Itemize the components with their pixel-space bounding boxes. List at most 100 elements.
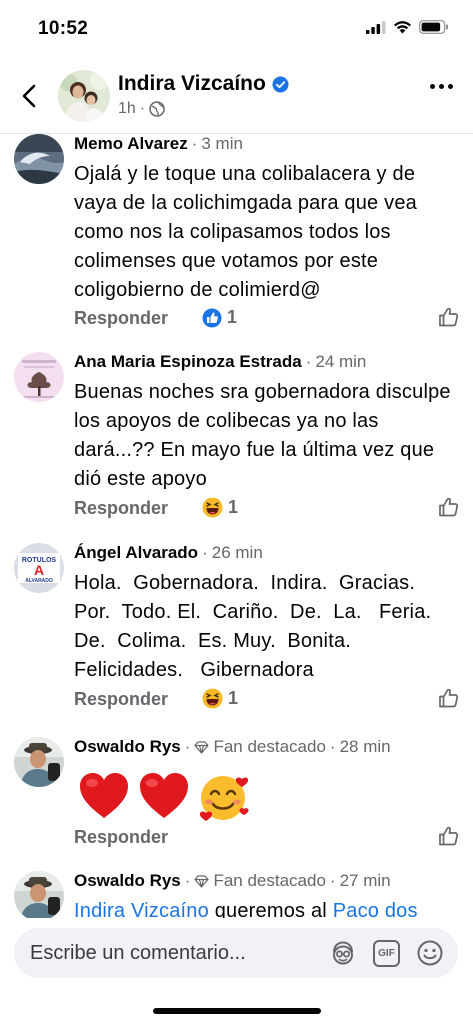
commenter-name[interactable]: Ángel Alvarado [74,543,198,563]
gif-label: GIF [378,947,395,959]
reply-button[interactable]: Responder [74,308,168,329]
like-button[interactable] [438,825,460,852]
commenter-name[interactable]: Oswaldo Rys [74,871,181,891]
wifi-icon [394,21,411,34]
author-name[interactable]: Indira Vizcaíno [118,72,266,96]
reaction-summary[interactable]: 1 [202,688,238,709]
back-button[interactable] [12,76,46,116]
reaction-count: 1 [227,307,238,327]
like-button[interactable] [438,306,460,333]
emoji-icon[interactable] [416,939,444,967]
post-time: 1h [118,100,136,117]
like-button[interactable] [438,687,460,714]
commenter-avatar[interactable] [14,352,64,402]
comment-actions: Responder 1 [74,496,460,526]
meta-separator: · [139,100,146,117]
more-dot [448,84,453,89]
comment-input[interactable]: Escribe un comentario... GIF [14,928,458,978]
comments-list: Memo Alvarez · 3 min Ojalá y le toque un… [0,134,473,918]
reply-button[interactable]: Responder [74,498,168,519]
comment-text: Indira Vizcaíno queremos al Paco dos [74,897,462,918]
status-time: 10:52 [38,18,89,39]
comment-actions: Responder 1 [74,306,460,336]
comment-header: Oswaldo Rys · Fan destacado · 28 min [74,737,391,757]
thumbs-up-icon [439,497,459,517]
avatar-sticker-icon[interactable] [329,939,357,967]
reaction-count: 1 [228,688,239,708]
gif-icon[interactable]: GIF [373,939,400,967]
commenter-name[interactable]: Memo Alvarez [74,134,188,154]
reply-button[interactable]: Responder [74,689,168,710]
verified-badge-icon [272,76,289,92]
like-button[interactable] [438,496,460,523]
diamond-icon [194,740,210,754]
thumbs-up-icon [439,307,459,327]
reaction-count: 1 [228,497,239,517]
commenter-avatar[interactable] [14,871,64,918]
reaction-summary[interactable]: 1 [202,307,237,328]
fan-badge-label: Fan destacado [213,737,326,756]
comment-composer-area: Escribe un comentario... GIF [0,918,473,1024]
fan-badge-label: Fan destacado [213,871,326,890]
signal-icon [366,20,386,34]
haha-reaction-icon [202,497,223,518]
thumbs-up-icon [439,688,459,708]
mention-link[interactable]: Paco dos [333,900,418,918]
comment-time[interactable]: 28 min [340,737,391,757]
comment-actions: Responder 1 [74,687,460,717]
reaction-summary[interactable]: 1 [202,497,238,518]
more-dot [439,84,444,89]
comment-separator: · [191,134,198,153]
fan-badge: Fan destacado [194,871,326,891]
commenter-name[interactable]: Ana Maria Espinoza Estrada [74,352,302,372]
globe-icon [149,101,165,117]
avatar-text-bottom: ALVARADO [25,578,53,584]
author-name-row: Indira Vizcaíno [118,72,289,96]
more-dot [430,84,435,89]
comment-header: Ángel Alvarado · 26 min [74,543,263,563]
commenter-avatar[interactable]: ROTULOS A ALVARADO [14,543,64,593]
comment-text: Hola. Gobernadora. Indira. Gracias. Por.… [74,572,438,681]
avatar-letter: A [34,562,44,578]
chevron-left-icon [22,84,36,108]
comment-text: Ojalá y le toque una colibalacera y de v… [74,163,417,301]
comment-text-part: queremos al [208,900,333,918]
comment-emoji [78,769,252,823]
comment-header: Oswaldo Rys · Fan destacado · 27 min [74,871,391,891]
commenter-avatar[interactable] [14,134,64,184]
comment-time[interactable]: 26 min [212,543,263,563]
haha-reaction-icon [202,688,223,709]
comment-separator: · [202,543,208,562]
comment-separator: · [329,871,336,890]
red-heart-emoji [140,773,188,818]
smiling-face-with-hearts-emoji [199,776,249,821]
mention-link[interactable]: Indira Vizcaíno [74,900,209,918]
post-header: Indira Vizcaíno 1h · [0,62,473,132]
post-meta: 1h · [118,100,165,118]
fan-badge: Fan destacado [194,737,326,757]
comment-time[interactable]: 24 min [315,352,366,372]
reply-button[interactable]: Responder [74,827,168,848]
comment-separator: · [329,737,336,756]
comment-time[interactable]: 3 min [201,134,243,154]
like-reaction-icon [202,308,222,327]
comment-header: Memo Alvarez · 3 min [74,134,243,154]
comment-actions: Responder [74,825,460,855]
status-icons [366,20,449,34]
more-options-button[interactable] [430,84,453,89]
commenter-avatar[interactable] [14,737,64,787]
composer-icons: GIF [329,939,444,967]
diamond-icon [194,874,210,888]
commenter-name[interactable]: Oswaldo Rys [74,737,181,757]
comment-separator: · [184,871,191,890]
author-avatar[interactable] [58,70,110,122]
red-heart-emoji [80,773,128,818]
home-indicator [153,1008,321,1014]
comment-input-placeholder: Escribe un comentario... [30,942,246,964]
battery-icon [419,20,448,34]
comment-time[interactable]: 27 min [340,871,391,891]
thumbs-up-icon [439,826,459,846]
comment-separator: · [305,352,312,371]
comment-separator: · [184,737,191,756]
status-bar: 10:52 [0,0,473,58]
